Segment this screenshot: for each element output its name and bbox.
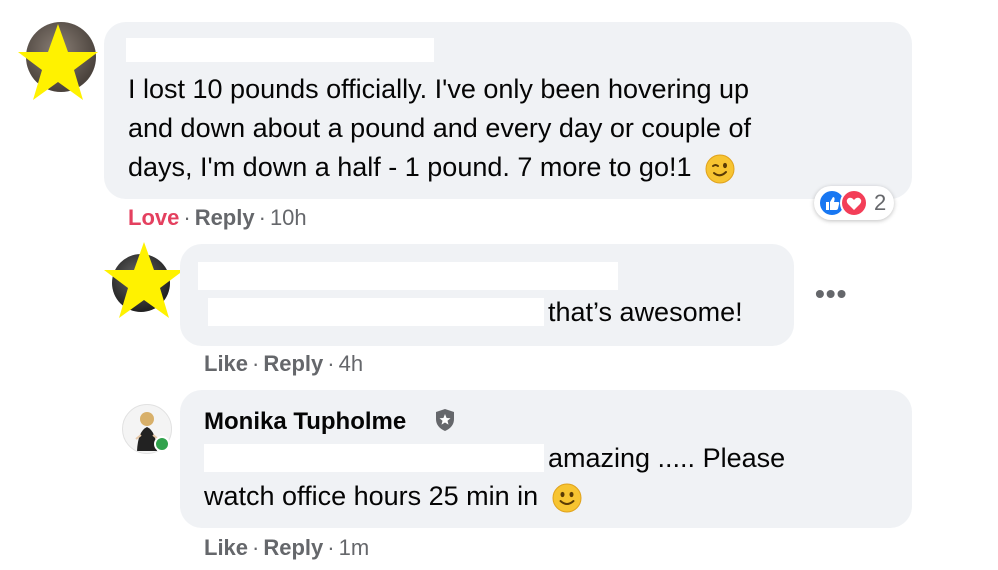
- reactions-summary[interactable]: 2: [814, 186, 895, 220]
- comment-text-line: watch office hours 25 min in: [204, 477, 582, 515]
- reply-button[interactable]: Reply: [263, 535, 323, 560]
- comment-actions: Like · Reply · 1m: [204, 535, 370, 560]
- comment-text: watch office hours 25 min in: [204, 481, 539, 511]
- comment-text-line: I lost 10 pounds officially. I've only b…: [128, 74, 750, 104]
- timestamp[interactable]: 4h: [339, 351, 363, 376]
- star-icon: [18, 24, 98, 100]
- moderator-badge-icon: [436, 409, 454, 431]
- love-reaction-icon: [840, 189, 868, 217]
- like-button[interactable]: Like: [204, 351, 248, 376]
- comment-actions: Love · Reply · 10h: [128, 205, 307, 230]
- comment-text-line: and down about a pound and every day or …: [128, 113, 751, 143]
- redacted-author-name: [126, 38, 434, 62]
- comment-actions: Like · Reply · 4h: [204, 351, 364, 376]
- timestamp[interactable]: 10h: [270, 205, 307, 230]
- reply-button[interactable]: Reply: [263, 351, 323, 376]
- more-options-button[interactable]: •••: [815, 278, 847, 310]
- comment-text: days, I'm down a half - 1 pound. 7 more …: [128, 152, 692, 182]
- reaction-count: 2: [874, 190, 887, 215]
- love-reaction-button[interactable]: Love: [128, 205, 179, 230]
- comment-text: amazing ..... Please: [548, 443, 786, 473]
- redacted-mention: [204, 444, 544, 472]
- like-button[interactable]: Like: [204, 535, 248, 560]
- comment-text-line: days, I'm down a half - 1 pound. 7 more …: [128, 148, 735, 186]
- timestamp[interactable]: 1m: [339, 535, 370, 560]
- smile-emoji-icon: [552, 483, 582, 513]
- star-icon: [104, 242, 184, 318]
- redacted-author-name: [198, 262, 618, 290]
- reply-button[interactable]: Reply: [195, 205, 255, 230]
- online-status-dot: [154, 436, 170, 452]
- author-name[interactable]: Monika Tupholme: [204, 408, 406, 436]
- comment-text: that’s awesome!: [548, 297, 743, 327]
- wink-emoji-icon: [705, 154, 735, 184]
- redacted-mention: [208, 298, 544, 326]
